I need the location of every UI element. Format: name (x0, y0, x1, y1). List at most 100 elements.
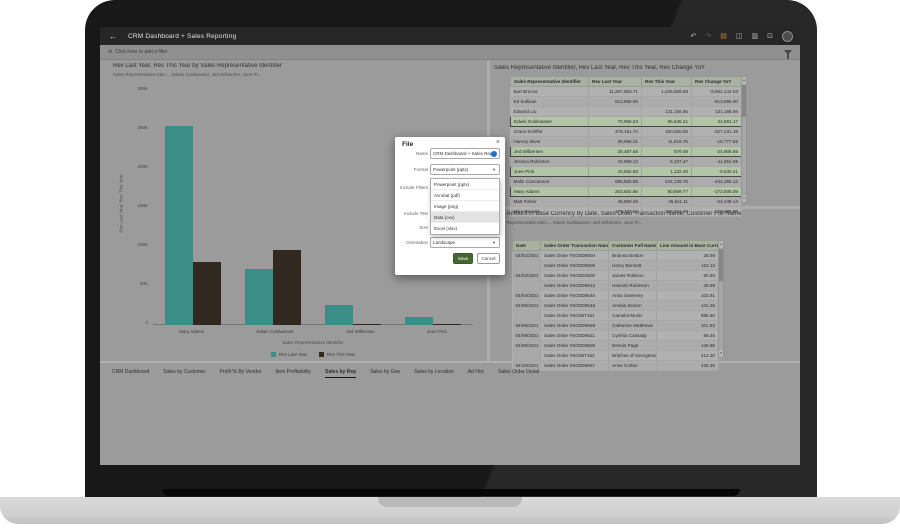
bar[interactable] (193, 262, 221, 325)
annotate-icon[interactable]: ▥ (752, 32, 759, 40)
dashboard-tab[interactable]: CRM Dashboard (112, 365, 149, 377)
rep-table-row[interactable]: Edwin Goldwasser 70,955.04 95,646.21 24,… (511, 117, 742, 127)
orders-table-header-cell[interactable]: Line Amount in Base Currency (657, 241, 719, 251)
dashboard-tab[interactable]: Profit % By Vendor (220, 365, 262, 377)
rep-table-scrollbar[interactable]: ▴ ▾ (741, 76, 747, 203)
cancel-button[interactable]: Cancel (477, 253, 500, 264)
orders-table-row[interactable]: Sales Order #SO0D9505 Henry Bennett 110.… (513, 261, 719, 271)
dashboard-tab[interactable]: Ad Hoc (468, 365, 484, 377)
bar[interactable] (325, 305, 353, 325)
orders-table-row[interactable]: 04/05/2021 Sales Order #SO0D9546 Amelia … (513, 301, 719, 311)
rep-name-cell: Grace Schiffer (511, 127, 589, 137)
rev-change-cell: 24,691.17 (692, 117, 742, 127)
order-date-cell: 04/06/2021 (513, 321, 541, 331)
format-option[interactable]: Powerpoint (pptx) (431, 179, 499, 190)
format-option[interactable]: Data (csv) (431, 212, 499, 223)
orders-table-scrollbar[interactable]: ▴ ▾ (718, 240, 724, 358)
orders-table-header-cell[interactable]: Date (513, 241, 541, 251)
legend-item[interactable]: Rev This Year (319, 352, 355, 357)
back-button[interactable]: ← (100, 32, 117, 41)
rep-table-header-cell[interactable]: Rev Change YoY (692, 77, 742, 87)
dashboard-tab[interactable]: Sales by Geo (370, 365, 400, 377)
name-input[interactable]: CRM Dashboard + Sales Repor (430, 148, 500, 159)
orders-table-row[interactable]: 04/06/2021 Sales Order #SO0D9569 Catheri… (513, 321, 719, 331)
order-name-cell: Sales Order #SO0D9513 (541, 281, 609, 291)
orders-table-row[interactable]: Sales Order #SO05T161 Camelot Music 896.… (513, 311, 719, 321)
bar[interactable] (433, 324, 461, 325)
orders-table-row[interactable]: 04/04/2021 Sales Order #SO0D9545 Anna Sw… (513, 291, 719, 301)
scrollbar-thumb[interactable] (742, 85, 746, 117)
format-option[interactable]: Excel (xlsx) (431, 223, 499, 234)
dashboard-tab[interactable]: Item Profitability (275, 365, 311, 377)
filter-bar[interactable]: ⊕ Click here to add a filter (100, 45, 800, 60)
scroll-up-icon[interactable]: ▴ (742, 77, 746, 84)
save-button[interactable]: Save (453, 253, 473, 264)
rep-table-row[interactable]: Grace Schiffer 478,151.74 150,920.55 -32… (511, 127, 742, 137)
orders-table-row[interactable]: Sales Order #SO0D9513 Hannah Robinson 28… (513, 281, 719, 291)
rep-table-row[interactable]: Ed Sullivan 513,885.00 -513,885.00 (511, 97, 742, 107)
customer-name-cell: Cynthia Cassady (609, 331, 657, 341)
user-avatar[interactable] (782, 31, 793, 42)
format-label: Format (397, 167, 428, 173)
orders-table-header-cell[interactable]: Sales Order Transaction Name (541, 241, 609, 251)
dashboard-tab[interactable]: Sales Order Detail (498, 365, 539, 377)
scroll-down-icon[interactable]: ▾ (719, 350, 723, 357)
orders-table-row[interactable]: 04/02/2021 Sales Order #SO0D3500 James R… (513, 271, 719, 281)
order-name-cell: Sales Order #SO0D3500 (541, 271, 609, 281)
orders-table-row[interactable]: 04/09/2021 Sales Order #SO0D5509 Dennis … (513, 341, 719, 351)
scroll-up-icon[interactable]: ▴ (719, 241, 723, 248)
orders-table-header-cell[interactable]: Customer Full Name (609, 241, 657, 251)
rev-this-year-cell: 1,425,509.68 (642, 87, 692, 97)
orientation-select[interactable]: Landscape ▼ (430, 237, 500, 248)
rev-this-year-cell: 131,168.56 (642, 107, 692, 117)
rep-table-row[interactable]: Malin Concannon 688,505.88 244,139.76 -4… (511, 177, 742, 187)
orders-table-row[interactable]: 04/01/2021 Sales Order #SO0D9504 Brianna… (513, 251, 719, 261)
rep-table-row[interactable]: Burt Brocus 11,287,653.71 1,425,509.68 -… (511, 87, 742, 97)
rev-change-cell: -18,777.56 (692, 137, 742, 147)
rep-table-row[interactable]: June Piris 10,662.50 1,132.29 -9,530.21 (511, 167, 742, 177)
rev-this-year-cell: 25,611.11 (642, 197, 692, 207)
rep-table-row[interactable]: Harvey Silver 30,596.31 11,818.75 -18,77… (511, 137, 742, 147)
orders-table-row[interactable]: Sales Order #SO05T163 Britches of George… (513, 351, 719, 361)
dashboard-tab[interactable]: Sales by Location (414, 365, 453, 377)
rep-table-row[interactable]: Jed Wilbersen 25,487.65 579.09 -24,908.5… (511, 147, 742, 157)
bar[interactable] (405, 317, 433, 325)
legend-item[interactable]: Rev Last Year (271, 352, 307, 357)
add-filter-control[interactable]: ⊕ Click here to add a filter (108, 49, 168, 55)
rep-table-header-cell[interactable]: Sales Representative Identifier (511, 77, 589, 87)
bar[interactable] (273, 250, 301, 325)
format-option[interactable]: Image (png) (431, 201, 499, 212)
rep-table-row[interactable]: Edward Liu 131,168.56 131,168.56 (511, 107, 742, 117)
scrollbar-thumb[interactable] (719, 249, 723, 281)
line-amount-cell: 28.99 (657, 281, 719, 291)
redo-icon[interactable]: ↷ (705, 32, 711, 40)
unsaved-changes-icon[interactable]: ▤ (720, 32, 727, 40)
rev-change-cell: -11,551.65 (692, 157, 742, 167)
filter-icon[interactable] (784, 50, 792, 55)
bar[interactable] (165, 126, 193, 326)
export-icon[interactable]: ◫ (736, 32, 743, 40)
bar[interactable] (245, 269, 273, 325)
format-value: Powerpoint (pptx) (433, 167, 468, 172)
dashboard-tab[interactable]: Sales by Rep (325, 365, 356, 378)
close-icon[interactable]: × (496, 139, 500, 146)
rep-table-row[interactable]: Mary Adams 253,604.86 80,669.77 -172,935… (511, 187, 742, 197)
rep-table-row[interactable]: Matt Fisher 49,859.25 25,611.11 -24,248.… (511, 197, 742, 207)
format-option[interactable]: Acrobat (pdf) (431, 190, 499, 201)
undo-icon[interactable]: ↶ (691, 32, 697, 40)
name-field-badge-icon[interactable] (491, 151, 497, 157)
dashboard-tab[interactable]: Sales by Customer (163, 365, 205, 377)
rev-this-year-cell (642, 97, 692, 107)
order-name-cell: Sales Order #SO0D9621 (541, 331, 609, 341)
bar[interactable] (353, 324, 381, 325)
order-date-cell: 04/02/2021 (513, 271, 541, 281)
rep-table-row[interactable]: Jessica Robinson 16,659.12 5,107.47 -11,… (511, 157, 742, 167)
orders-table-row[interactable]: 04/08/2021 Sales Order #SO0D9621 Cynthia… (513, 331, 719, 341)
rep-table-header-cell[interactable]: Rev Last Year (589, 77, 642, 87)
rep-table-header-cell[interactable]: Rev This Year (642, 77, 692, 87)
scroll-down-icon[interactable]: ▾ (742, 195, 746, 202)
present-icon[interactable]: ⊡ (767, 32, 773, 40)
format-select[interactable]: Powerpoint (pptx) ▼ (430, 164, 500, 175)
rep-table-title: Sales Representative Identifier, Rev Las… (494, 65, 800, 71)
order-date-cell: 04/04/2021 (513, 291, 541, 301)
